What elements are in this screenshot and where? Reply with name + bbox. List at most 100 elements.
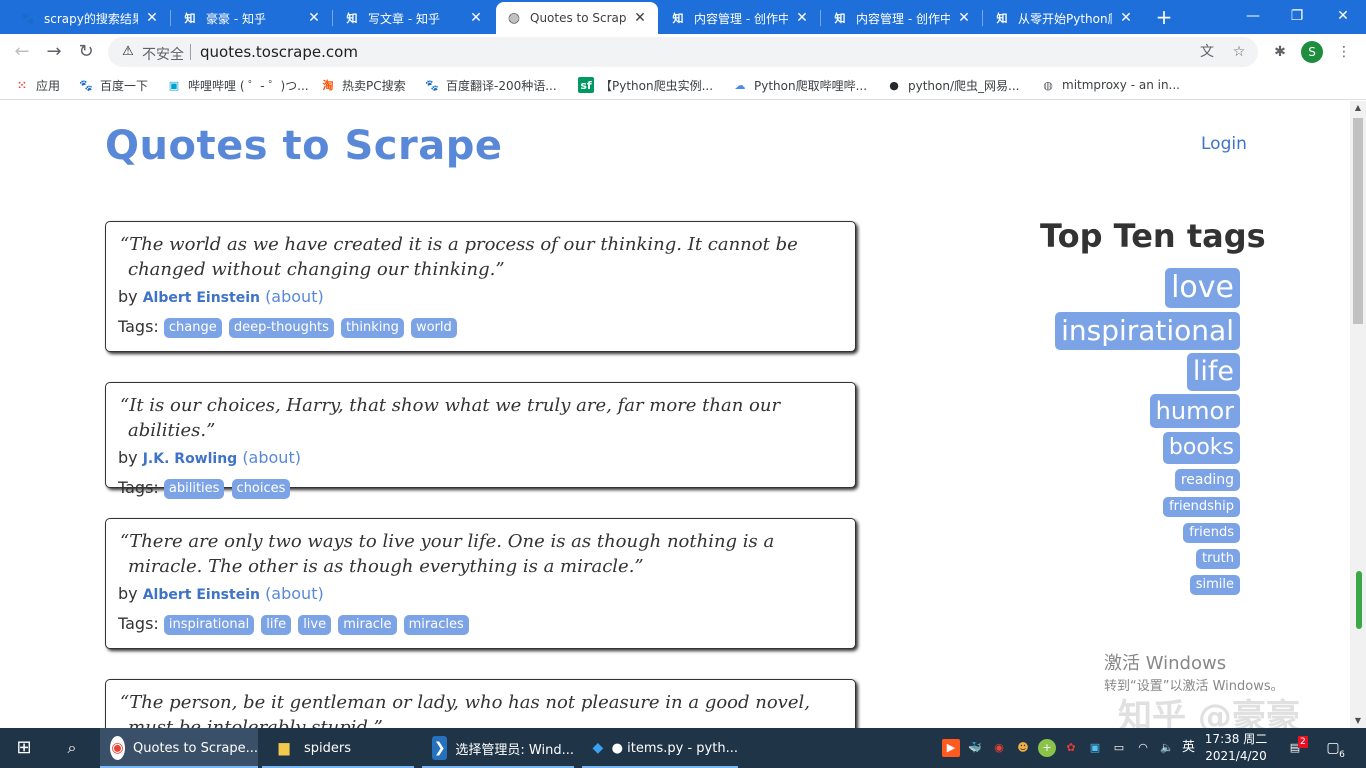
top-tag-life[interactable]: life [1186,353,1240,391]
taskbar-app-powershell[interactable]: ❯ 选择管理员: Wind... [422,728,574,768]
scrollbar-thumb[interactable] [1353,118,1363,324]
login-link[interactable]: Login [1201,134,1247,154]
top-tag-friends[interactable]: friends [1183,523,1240,543]
tab-haohao-zhihu[interactable]: 知 豪豪 - 知乎 ✕ [172,2,332,34]
close-icon[interactable]: ✕ [956,10,972,26]
close-window-button[interactable]: ✕ [1320,0,1366,32]
not-secure-label[interactable]: 不安全 [142,44,184,64]
top-tag-humor[interactable]: humor [1149,394,1240,428]
taskbar-app-chrome[interactable]: ◉ Quotes to Scrape... [100,728,258,768]
menu-icon[interactable]: ⋮ [1334,42,1354,62]
bookmark-pc-search[interactable]: 淘 热卖PC搜索 [320,76,406,94]
tray-app-orange-icon[interactable]: ▶ [942,739,960,757]
tray-app-blue-icon[interactable]: ▣ [1086,739,1104,757]
close-icon[interactable]: ✕ [794,10,810,26]
tab-write-article[interactable]: 知 写文章 - 知乎 ✕ [334,2,494,34]
address-bar[interactable]: ⚠ 不安全 quotes.toscrape.com 文 ☆ [108,37,1258,67]
tab-title: Quotes to Scrape [530,11,626,25]
tab-python-crawler[interactable]: 知 从零开始Python爬虫 ✕ [984,2,1144,34]
tray-volume-icon[interactable]: 🔈 [1158,739,1176,757]
chrome-icon: ◉ [110,736,126,760]
baidu-paw-icon: 🐾 [425,78,439,92]
top-tag-simile[interactable]: simile [1189,575,1240,595]
tray-docker-icon[interactable]: 🐳 [966,739,984,757]
about-link[interactable]: (about) [265,287,324,306]
minimize-button[interactable]: — [1230,0,1276,32]
input-method-indicator[interactable]: 英 [1182,728,1195,768]
tab-title: 豪豪 - 知乎 [206,11,266,26]
scroll-indicator [1356,571,1362,629]
taskbar: ⊞ ⌕ ◉ Quotes to Scrape... ▆ spiders ❯ 选择… [0,728,1366,768]
tag-link[interactable]: world [410,317,457,338]
tag-link[interactable]: thinking [341,317,404,338]
tray-battery-icon[interactable]: ▭ [1110,739,1128,757]
close-icon[interactable]: ✕ [1118,10,1134,26]
bookmark-python-crawler-example[interactable]: sf 【Python爬虫实例... [578,76,713,94]
tray-user-icon[interactable]: ☻ [1014,739,1032,757]
close-icon[interactable]: ✕ [306,10,322,26]
taskbar-app-explorer[interactable]: ▆ spiders [262,728,414,768]
tag-link[interactable]: miracle [338,614,397,635]
forward-button[interactable]: → [42,40,66,64]
bookmark-mitmproxy[interactable]: ◍ mitmproxy - an in... [1040,76,1180,94]
about-link[interactable]: (about) [242,448,301,467]
tray-chrome-icon[interactable]: ◉ [990,739,1008,757]
top-tag-reading[interactable]: reading [1174,469,1240,491]
quote-byline: by Albert Einstein (about) [118,583,843,606]
new-tab-button[interactable]: + [1152,5,1176,29]
site-title[interactable]: Quotes to Scrape [105,123,502,169]
close-icon[interactable]: ✕ [632,10,648,26]
bookmark-python-bilibili[interactable]: ☁ Python爬取哔哩哔... [732,76,868,94]
bookmark-star-icon[interactable]: ☆ [1230,43,1248,61]
system-clock[interactable]: 17:38 周二 2021/4/20 [1204,731,1268,765]
tab-quotes-to-scrape[interactable]: ◍ Quotes to Scrape ✕ [496,2,658,34]
top-tag-friendship[interactable]: friendship [1163,497,1240,517]
scroll-up-arrow-icon[interactable]: ▲ [1350,101,1366,115]
back-button[interactable]: ← [10,40,34,64]
url-text[interactable]: quotes.toscrape.com [200,43,358,61]
by-label: by [118,448,138,467]
reload-button[interactable]: ↻ [74,40,98,64]
top-tag-love[interactable]: love [1165,268,1240,308]
translate-icon[interactable]: 文 [1198,43,1216,61]
tag-link[interactable]: deep-thoughts [228,317,334,338]
search-icon[interactable]: ⌕ [48,728,96,768]
top-tag-inspirational[interactable]: inspirational [1055,312,1240,350]
zhihu-icon: 知 [346,12,358,25]
tag-link[interactable]: live [298,614,332,635]
bookmark-apps[interactable]: ⁙ 应用 [14,76,60,94]
close-icon[interactable]: ✕ [468,10,484,26]
taskbar-app-vscode[interactable]: ◆ ● items.py - pyth... [582,728,738,768]
bookmark-baidu[interactable]: 🐾 百度一下 [78,76,148,94]
tray-app-red-icon[interactable]: ✿ [1062,739,1080,757]
vscode-icon: ◆ [592,740,604,756]
about-link[interactable]: (about) [265,584,324,603]
bookmark-baidu-translate[interactable]: 🐾 百度翻译-200种语... [424,76,557,94]
tray-add-icon[interactable]: + [1038,739,1056,757]
tray-wifi-icon[interactable]: ◠ [1134,739,1152,757]
bookmark-bilibili[interactable]: ▣ 哔哩哔哩 ( ゜- ゜)つ... [166,76,309,94]
page-scrollbar[interactable]: ▲ ▼ [1350,101,1366,728]
top-tag-books[interactable]: books [1162,432,1240,464]
warning-icon[interactable]: ⚠ [120,44,136,60]
profile-avatar[interactable]: S [1301,41,1323,63]
tag-link[interactable]: choices [231,478,291,499]
bookmark-label: 应用 [36,78,61,93]
segmentfault-icon: sf [578,77,594,93]
tab-scrapy-search[interactable]: 🐾 scrapy的搜索结果 ✕ [10,2,170,34]
windows-start-icon[interactable]: ⊞ [0,728,48,768]
tag-link[interactable]: abilities [163,478,225,499]
tag-link[interactable]: inspirational [163,614,255,635]
tab-content-manage-2[interactable]: 知 内容管理 - 创作中心 ✕ [822,2,982,34]
scroll-down-arrow-icon[interactable]: ▼ [1350,714,1366,728]
tag-link[interactable]: miracles [403,614,469,635]
apps-grid-icon: ⁙ [17,78,27,92]
tab-content-manage-1[interactable]: 知 内容管理 - 创作中心 ✕ [660,2,820,34]
extensions-icon[interactable]: ✱ [1270,42,1290,62]
close-icon[interactable]: ✕ [144,10,160,26]
bookmark-github-python[interactable]: ● python/爬虫_网易... [886,76,1019,94]
top-tag-truth[interactable]: truth [1195,549,1240,569]
restore-button[interactable]: ❐ [1274,0,1320,32]
tag-link[interactable]: life [261,614,292,635]
tag-link[interactable]: change [163,317,222,338]
